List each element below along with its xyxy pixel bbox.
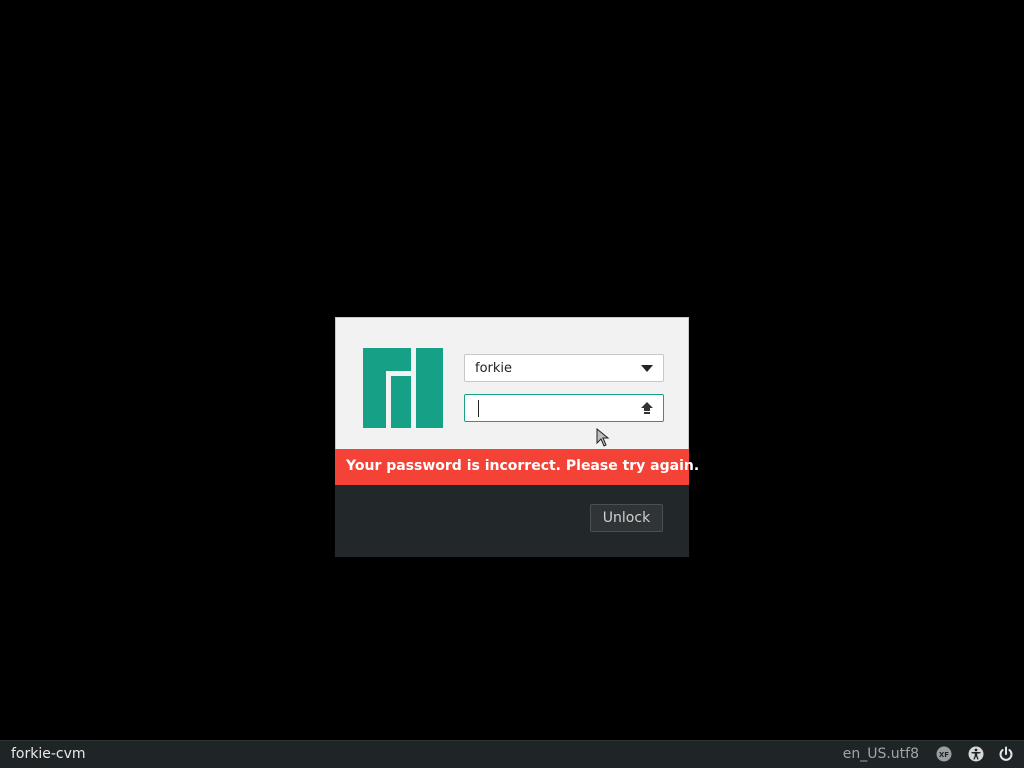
password-field[interactable] — [464, 394, 664, 422]
capslock-icon — [641, 402, 653, 414]
text-caret — [478, 400, 479, 417]
lock-screen: forkie Your password is incorrect. Pleas… — [0, 0, 1024, 768]
unlock-button[interactable]: Unlock — [590, 504, 663, 532]
keyboard-layout-label: XF — [939, 751, 949, 759]
bottom-panel: forkie-cvm en_US.utf8 XF — [0, 740, 1024, 768]
accessibility-icon[interactable] — [968, 746, 984, 762]
dialog-footer: Unlock — [335, 485, 689, 557]
mouse-pointer-icon — [596, 428, 610, 447]
manjaro-logo — [363, 348, 443, 428]
password-input[interactable] — [471, 398, 625, 420]
error-banner: Your password is incorrect. Please try a… — [335, 449, 699, 485]
hostname-label: forkie-cvm — [11, 746, 86, 762]
user-select-dropdown[interactable]: forkie — [464, 354, 664, 382]
login-dialog: forkie Your password is incorrect. Pleas… — [335, 317, 699, 557]
power-icon[interactable] — [998, 746, 1014, 762]
keyboard-layout-icon[interactable]: XF — [936, 746, 952, 762]
locale-selector[interactable]: en_US.utf8 — [843, 746, 919, 762]
error-message: Your password is incorrect. Please try a… — [346, 458, 700, 474]
selected-user: forkie — [475, 361, 513, 376]
chevron-down-icon — [641, 365, 653, 372]
